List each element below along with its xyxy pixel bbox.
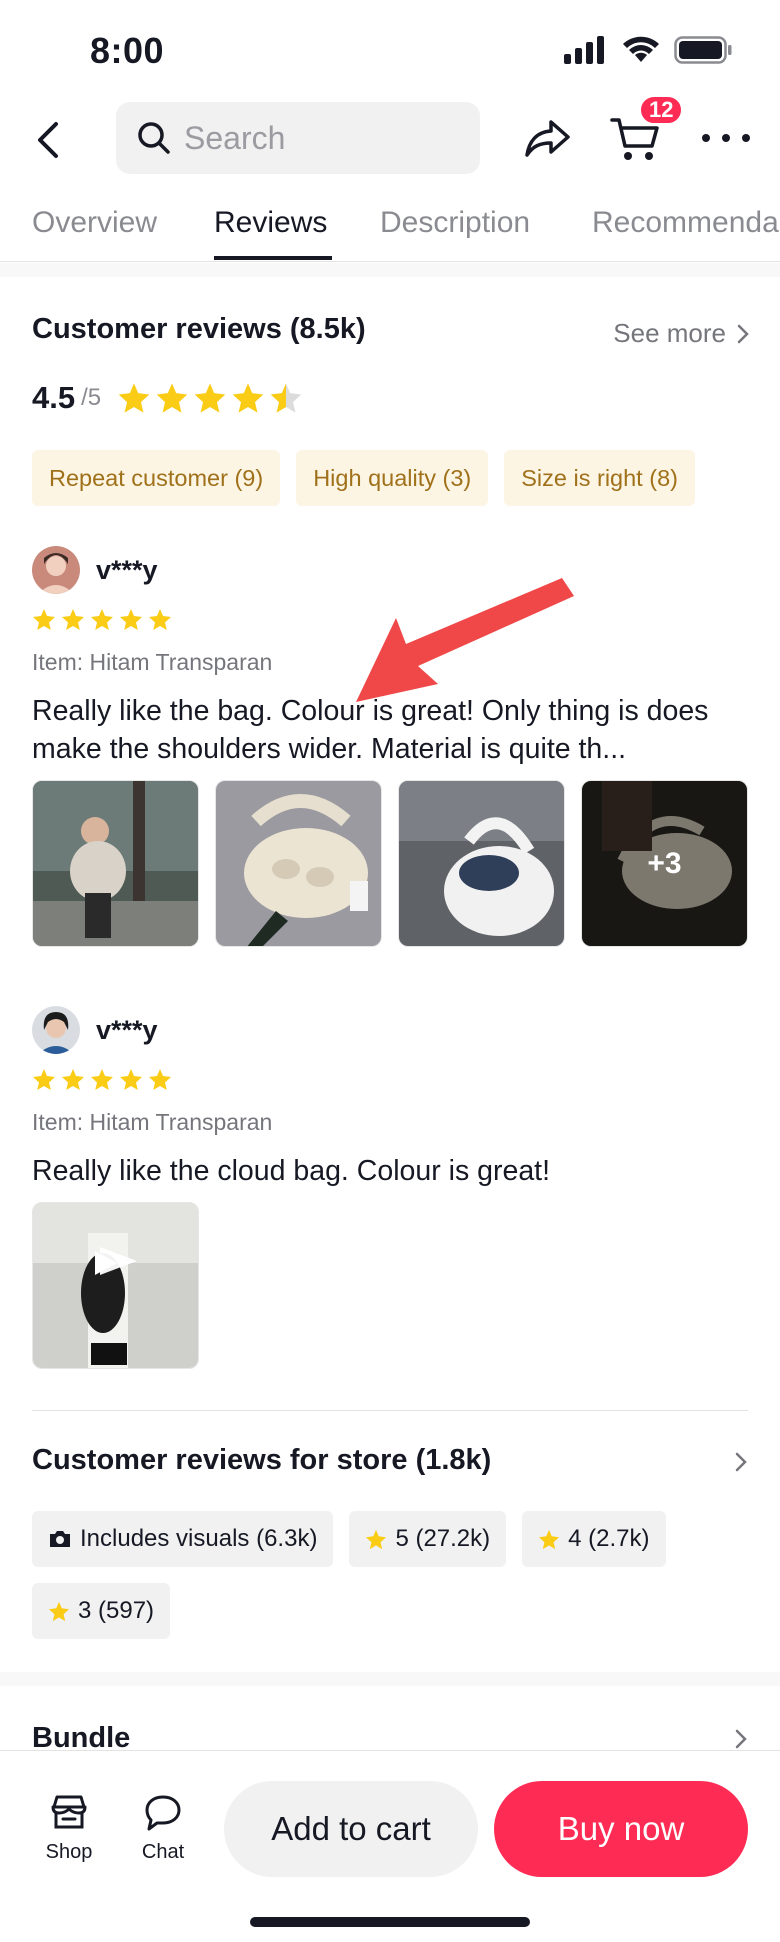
review-photo[interactable]	[215, 780, 382, 947]
shop-icon	[51, 1795, 87, 1829]
review-photo[interactable]: +3	[581, 780, 748, 947]
chip-high-quality[interactable]: High quality (3)	[296, 450, 489, 506]
more-options-button[interactable]	[702, 120, 750, 156]
shop-label: Shop	[45, 1841, 93, 1863]
review-video[interactable]	[32, 1202, 199, 1369]
filter-label: 3 (597)	[78, 1597, 155, 1624]
section-separator	[0, 1672, 780, 1686]
share-icon	[525, 120, 570, 157]
star-icon	[232, 383, 264, 413]
filter-4-stars[interactable]: 4 (2.7k)	[522, 1511, 666, 1567]
battery-icon	[674, 36, 732, 64]
overall-rating: 4.5 /5	[32, 380, 303, 416]
star-icon	[91, 1069, 113, 1090]
more-dot-icon	[702, 134, 710, 142]
tab-overview[interactable]: Overview	[32, 206, 157, 240]
avatar	[32, 1006, 80, 1054]
rating-value: 4.5	[32, 380, 76, 415]
camera-icon	[50, 1531, 70, 1547]
star-icon	[194, 383, 226, 413]
divider	[32, 1410, 748, 1411]
status-bar: 8:00	[0, 0, 780, 100]
star-icon	[33, 1069, 55, 1090]
review-tag-chips: Repeat customer (9) High quality (3) Siz…	[32, 450, 695, 506]
review-photo[interactable]	[398, 780, 565, 947]
more-dot-icon	[722, 134, 730, 142]
chat-button[interactable]: Chat	[128, 1793, 198, 1864]
chat-label: Chat	[141, 1841, 185, 1863]
chip-repeat-customer[interactable]: Repeat customer (9)	[32, 450, 281, 506]
add-to-cart-button[interactable]: Add to cart	[224, 1781, 478, 1877]
bottom-action-bar: Shop Chat Add to cart Buy now	[0, 1750, 780, 1942]
rating-scale: /5	[81, 384, 102, 411]
buy-now-button[interactable]: Buy now	[494, 1781, 748, 1877]
more-photos-count: +3	[582, 781, 747, 946]
section-tabs: Overview Reviews Description Recommenda	[0, 196, 780, 262]
chevron-right-icon	[737, 324, 749, 343]
avatar	[32, 546, 80, 594]
half-star-icon	[270, 383, 302, 413]
review-username: v***y	[96, 554, 158, 585]
star-icon	[156, 383, 188, 413]
annotation-arrow-icon	[356, 578, 574, 702]
review-photo[interactable]	[32, 780, 199, 947]
star-icon	[120, 609, 142, 630]
star-icon	[62, 609, 84, 630]
chip-size-right[interactable]: Size is right (8)	[504, 450, 695, 506]
review-media: +3	[32, 780, 748, 947]
tab-reviews[interactable]: Reviews	[214, 206, 327, 240]
chevron-right-icon[interactable]	[734, 1728, 748, 1750]
status-icons	[564, 36, 732, 64]
store-review-filters: Includes visuals (6.3k) 5 (27.2k) 4 (2.7…	[32, 1511, 748, 1639]
filter-label: 5 (27.2k)	[395, 1525, 491, 1552]
wifi-icon	[623, 36, 659, 62]
shop-button[interactable]: Shop	[34, 1793, 104, 1864]
star-icon	[539, 1529, 560, 1549]
star-icon	[149, 1069, 171, 1090]
active-tab-indicator	[214, 256, 332, 260]
tab-recommendations[interactable]: Recommenda	[592, 206, 779, 240]
store-reviews-title[interactable]: Customer reviews for store (1.8k)	[32, 1444, 491, 1477]
cart-count-badge: 12	[638, 94, 685, 126]
search-placeholder: Search	[184, 119, 286, 156]
review-stars	[32, 1068, 748, 1091]
star-icon	[48, 1601, 70, 1621]
star-icon	[62, 1069, 84, 1090]
rating-stars	[117, 382, 303, 414]
home-indicator	[250, 1917, 530, 1927]
filter-includes-visuals[interactable]: Includes visuals (6.3k)	[32, 1511, 334, 1567]
see-more-link[interactable]: See more	[613, 318, 750, 349]
star-icon	[366, 1529, 387, 1549]
section-separator	[0, 263, 780, 277]
filter-label: 4 (2.7k)	[568, 1525, 650, 1552]
filter-label: Includes visuals (6.3k)	[80, 1525, 318, 1552]
review-text: Really like the cloud bag. Colour is gre…	[32, 1155, 551, 1187]
search-icon	[138, 122, 170, 154]
review-card[interactable]: v***y Item: Hitam Transparan Really like…	[32, 1006, 748, 1369]
chevron-left-icon	[38, 122, 58, 158]
filter-5-stars[interactable]: 5 (27.2k)	[349, 1511, 507, 1567]
top-nav: Search 12	[0, 94, 780, 180]
chevron-right-icon[interactable]	[734, 1451, 748, 1473]
share-button[interactable]	[522, 112, 574, 164]
chat-icon	[145, 1795, 181, 1831]
review-username: v***y	[96, 1014, 158, 1045]
filter-3-stars[interactable]: 3 (597)	[32, 1583, 171, 1639]
reviews-title: Customer reviews (8.5k)	[32, 313, 366, 345]
cellular-signal-icon	[564, 36, 604, 64]
more-dot-icon	[742, 134, 750, 142]
review-media	[32, 1202, 748, 1369]
star-icon	[118, 383, 150, 413]
star-icon	[91, 609, 113, 630]
see-more-label: See more	[613, 318, 726, 348]
star-icon	[33, 609, 55, 630]
back-button[interactable]	[24, 116, 72, 164]
tab-description[interactable]: Description	[380, 206, 530, 240]
search-input[interactable]: Search	[116, 102, 480, 174]
review-item-variant: Item: Hitam Transparan	[32, 1109, 273, 1135]
status-time: 8:00	[90, 30, 165, 71]
star-icon	[149, 609, 171, 630]
star-icon	[120, 1069, 142, 1090]
